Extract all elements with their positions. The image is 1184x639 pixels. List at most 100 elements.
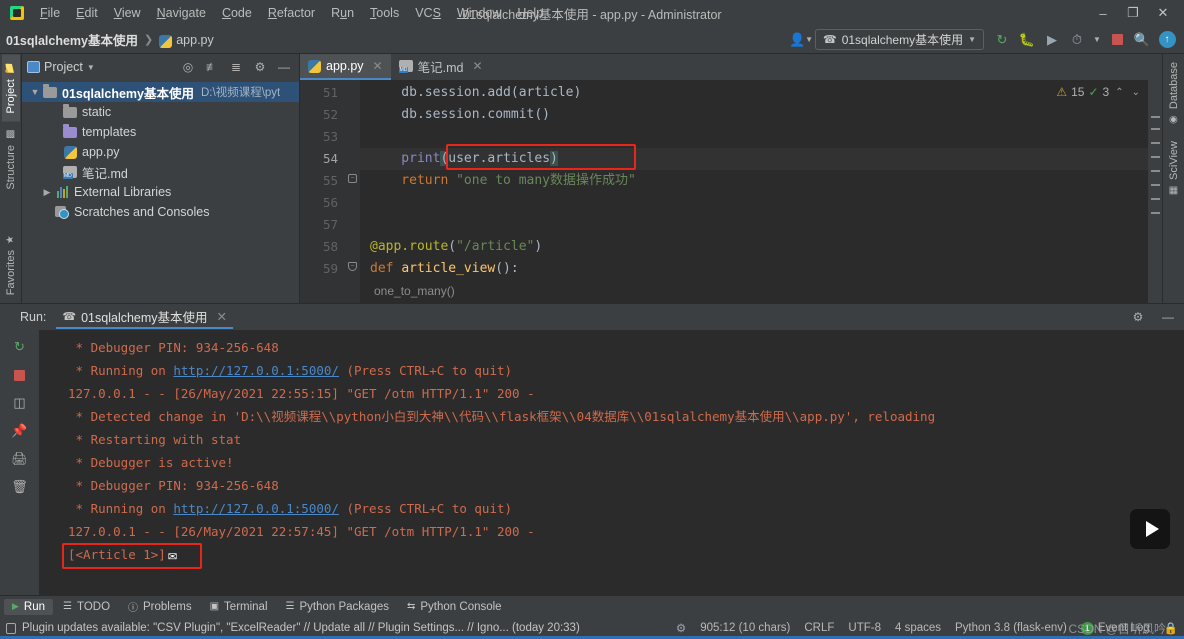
- tree-item-static[interactable]: static: [22, 102, 299, 122]
- indent-setting[interactable]: 4 spaces: [895, 622, 941, 634]
- tool-window-todo-label: TODO: [77, 600, 111, 613]
- console-link[interactable]: http://127.0.0.1:5000/: [173, 501, 339, 516]
- todo-icon: ☰: [63, 601, 72, 612]
- console-line: 127.0.0.1 - - [26/May/2021 22:55:15] "GE…: [68, 386, 535, 401]
- rerun-icon[interactable]: ↻: [7, 334, 33, 360]
- menu-code[interactable]: Code: [214, 3, 260, 23]
- run-icon[interactable]: ↻: [991, 29, 1013, 51]
- menu-file[interactable]: File: [32, 3, 68, 23]
- code-editor[interactable]: 51 52 53 54 55 56 57 58 59 − − db.sessio…: [300, 80, 1162, 303]
- locate-icon[interactable]: ◎: [178, 57, 198, 77]
- console-link[interactable]: http://127.0.0.1:5000/: [173, 363, 339, 378]
- breadcrumb-project[interactable]: 01sqlalchemy基本使用: [6, 30, 138, 49]
- run-session-tab[interactable]: ☎ 01sqlalchemy基本使用 ✕: [56, 305, 234, 329]
- editor-scrollbar[interactable]: [1148, 80, 1162, 303]
- flask-run-icon: ☎: [62, 310, 77, 323]
- print-icon[interactable]: 🖨: [7, 446, 33, 472]
- search-everywhere-icon[interactable]: 🔍: [1131, 29, 1153, 51]
- run-configuration-selector[interactable]: ☎ 01sqlalchemy基本使用 ▼: [815, 29, 984, 50]
- tool-window-python-console[interactable]: ⇆ Python Console: [399, 599, 510, 615]
- close-icon[interactable]: ✕: [217, 309, 227, 324]
- updates-available-icon[interactable]: ↑: [1156, 29, 1178, 51]
- python-interpreter[interactable]: Python 3.8 (flask-env): [955, 622, 1067, 634]
- profiler-dropdown-icon[interactable]: ▼: [1091, 29, 1103, 51]
- settings-gear-icon[interactable]: ⚙: [250, 57, 270, 77]
- breadcrumb-file[interactable]: app.py: [176, 33, 214, 47]
- console-line: * Restarting with stat: [68, 432, 242, 447]
- next-problem-icon[interactable]: ⌄: [1130, 87, 1142, 98]
- hide-panel-icon[interactable]: —: [274, 57, 294, 77]
- status-message[interactable]: Plugin updates available: "CSV Plugin", …: [6, 622, 580, 634]
- right-tool-strip: ◉ Database ▦ SciView: [1162, 54, 1184, 303]
- code-folding-gutter[interactable]: − −: [346, 80, 360, 303]
- event-log-button[interactable]: 1 Event Log: [1080, 621, 1150, 635]
- expand-all-icon[interactable]: ≢: [202, 57, 222, 77]
- console-output[interactable]: * Debugger PIN: 934-256-648 * Running on…: [40, 330, 1184, 595]
- menu-tools[interactable]: Tools: [362, 3, 407, 23]
- menu-run[interactable]: Run: [323, 3, 362, 23]
- tree-item-notes-md[interactable]: 笔记.md: [22, 162, 299, 182]
- sidebar-item-project[interactable]: Project 📁: [1, 54, 20, 122]
- user-profile-icon[interactable]: 👤 ▼: [789, 29, 813, 51]
- menu-vcs[interactable]: VCS: [407, 3, 449, 23]
- tab-app-py[interactable]: app.py ✕: [300, 54, 391, 80]
- stop-icon[interactable]: [7, 362, 33, 388]
- tree-item-app-py[interactable]: app.py: [22, 142, 299, 162]
- menu-refactor[interactable]: Refactor: [260, 3, 323, 23]
- tree-item-templates[interactable]: templates: [22, 122, 299, 142]
- menu-edit[interactable]: Edit: [68, 3, 106, 23]
- chevron-down-icon[interactable]: ▼: [28, 87, 42, 97]
- project-folder-icon: 📁: [4, 62, 17, 74]
- hide-panel-icon[interactable]: —: [1158, 307, 1178, 327]
- tree-item-scratches[interactable]: Scratches and Consoles: [22, 202, 299, 222]
- tool-window-problems[interactable]: ⓘ Problems: [120, 597, 200, 616]
- scratches-icon: [54, 205, 70, 219]
- line-separator[interactable]: CRLF: [804, 622, 834, 634]
- video-player-badge[interactable]: [1130, 509, 1170, 549]
- stop-icon[interactable]: [1106, 29, 1128, 51]
- markdown-file-icon: [398, 60, 413, 73]
- previous-problem-icon[interactable]: ⌃: [1113, 87, 1125, 98]
- tab-notes-md[interactable]: 笔记.md ✕: [391, 54, 491, 80]
- collapse-all-icon[interactable]: ≣: [226, 57, 246, 77]
- tree-item-project-root[interactable]: ▼ 01sqlalchemy基本使用 D:\视频课程\pyt: [22, 82, 299, 102]
- inspection-widget[interactable]: ⚠ 15 ✓ 3 ⌃ ⌄: [1050, 80, 1148, 104]
- tool-window-python-packages[interactable]: ☰ Python Packages: [278, 599, 397, 615]
- caret-position[interactable]: 905:12 (10 chars): [700, 622, 790, 634]
- debug-icon[interactable]: 🐛: [1016, 29, 1038, 51]
- chevron-right-icon[interactable]: ▶: [40, 187, 54, 198]
- code-text[interactable]: db.session.add(article) db.session.commi…: [360, 80, 1162, 303]
- fold-marker-icon[interactable]: −: [348, 262, 357, 271]
- tool-window-todo[interactable]: ☰ TODO: [55, 599, 118, 615]
- sidebar-item-structure[interactable]: Structure ▩: [2, 121, 20, 198]
- lock-icon[interactable]: 🔒: [1164, 621, 1178, 635]
- coverage-icon[interactable]: ▶: [1041, 29, 1063, 51]
- python-interpreter-indicator-icon[interactable]: ⚙: [676, 621, 686, 635]
- file-encoding[interactable]: UTF-8: [848, 622, 881, 634]
- minimize-button[interactable]: –: [1088, 1, 1118, 25]
- close-icon[interactable]: ✕: [472, 59, 482, 73]
- pin-icon[interactable]: 📌: [7, 418, 33, 444]
- tool-window-run[interactable]: ▶ Run: [4, 598, 54, 615]
- tab-label-notes-md: 笔记.md: [417, 60, 464, 75]
- layout-icon[interactable]: ◫: [7, 390, 33, 416]
- fold-marker-icon[interactable]: −: [348, 174, 357, 183]
- menu-window[interactable]: Window: [449, 3, 509, 23]
- close-icon[interactable]: ✕: [373, 59, 383, 73]
- maximize-button[interactable]: ❐: [1118, 1, 1148, 25]
- close-button[interactable]: ✕: [1148, 1, 1178, 25]
- menu-view[interactable]: View: [106, 3, 149, 23]
- tree-item-external-libraries[interactable]: ▶ External Libraries: [22, 182, 299, 202]
- profiler-icon[interactable]: ⏱: [1066, 29, 1088, 51]
- tool-window-terminal[interactable]: ▣ Terminal: [202, 599, 276, 615]
- sidebar-item-database[interactable]: ◉ Database: [1165, 54, 1183, 133]
- menu-navigate[interactable]: Navigate: [149, 3, 214, 23]
- sidebar-item-sciview[interactable]: ▦ SciView: [1165, 133, 1183, 204]
- code-line: @app.route("/article"): [370, 239, 543, 254]
- trash-icon[interactable]: 🗑: [7, 474, 33, 500]
- menu-help[interactable]: Help: [509, 3, 551, 23]
- gear-icon[interactable]: ⚙: [1128, 307, 1148, 327]
- chevron-down-icon[interactable]: ▼: [87, 63, 95, 72]
- sidebar-item-favorites[interactable]: Favorites ★: [2, 226, 20, 303]
- window-controls: – ❐ ✕: [1088, 1, 1178, 25]
